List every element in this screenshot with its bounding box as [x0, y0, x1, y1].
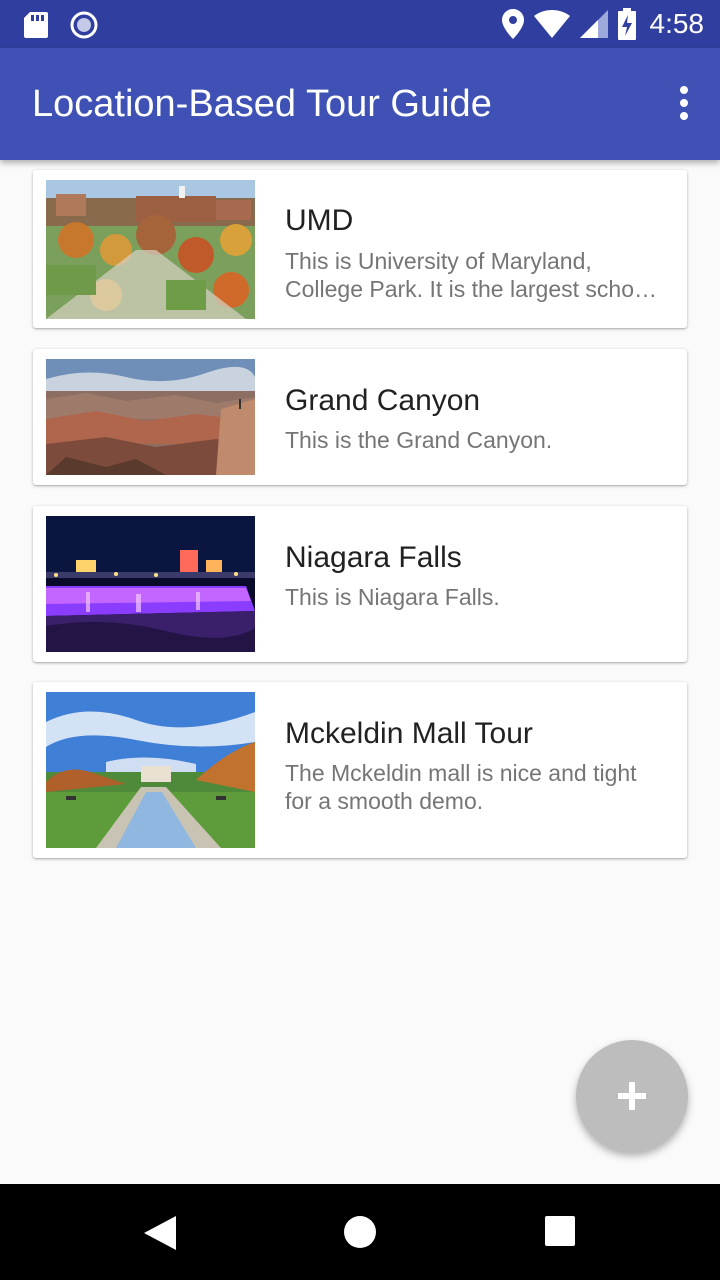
tour-card-mckeldin-mall[interactable]: Mckeldin Mall Tour The Mckeldin mall is … — [33, 682, 687, 858]
status-bar: 4:58 — [0, 0, 720, 48]
location-icon — [501, 9, 524, 39]
add-icon — [618, 1082, 646, 1110]
tour-name: UMD — [285, 204, 354, 237]
tour-description: This is the Grand Canyon. — [285, 427, 553, 453]
tour-description: This is University of Maryland, College … — [285, 248, 652, 302]
sd-card-icon — [24, 12, 48, 38]
navigation-bar — [0, 1184, 720, 1280]
back-icon[interactable] — [144, 1216, 176, 1250]
circle-icon — [70, 11, 98, 39]
tour-description: The Mckeldin mall is nice and tight for … — [285, 760, 637, 814]
battery-charging-icon — [617, 8, 636, 40]
mckeldin-mall-photo — [46, 692, 255, 848]
app-bar: Location-Based Tour Guide — [0, 48, 720, 160]
tour-card-niagara-falls[interactable]: Niagara Falls This is Niagara Falls. — [33, 506, 687, 662]
tour-name: Grand Canyon — [285, 384, 481, 417]
tour-card-grand-canyon[interactable]: Grand Canyon This is the Grand Canyon. — [33, 349, 687, 485]
signal-icon — [579, 10, 608, 38]
recents-icon[interactable] — [545, 1216, 575, 1246]
add-tour-button[interactable] — [576, 1040, 688, 1152]
status-time: 4:58 — [649, 8, 705, 39]
app-title: Location-Based Tour Guide — [32, 83, 492, 125]
home-icon[interactable] — [344, 1216, 376, 1248]
niagara-falls-night-photo — [46, 516, 255, 652]
umd-campus-photo — [46, 180, 255, 319]
grand-canyon-photo — [46, 359, 255, 475]
tour-name: Niagara Falls — [285, 541, 462, 574]
wifi-icon — [533, 10, 570, 38]
tour-card-umd[interactable]: UMD This is University of Maryland, Coll… — [33, 170, 687, 328]
tour-description: This is Niagara Falls. — [285, 584, 500, 610]
more-vert-icon[interactable] — [678, 86, 690, 122]
tour-name: Mckeldin Mall Tour — [285, 717, 533, 750]
